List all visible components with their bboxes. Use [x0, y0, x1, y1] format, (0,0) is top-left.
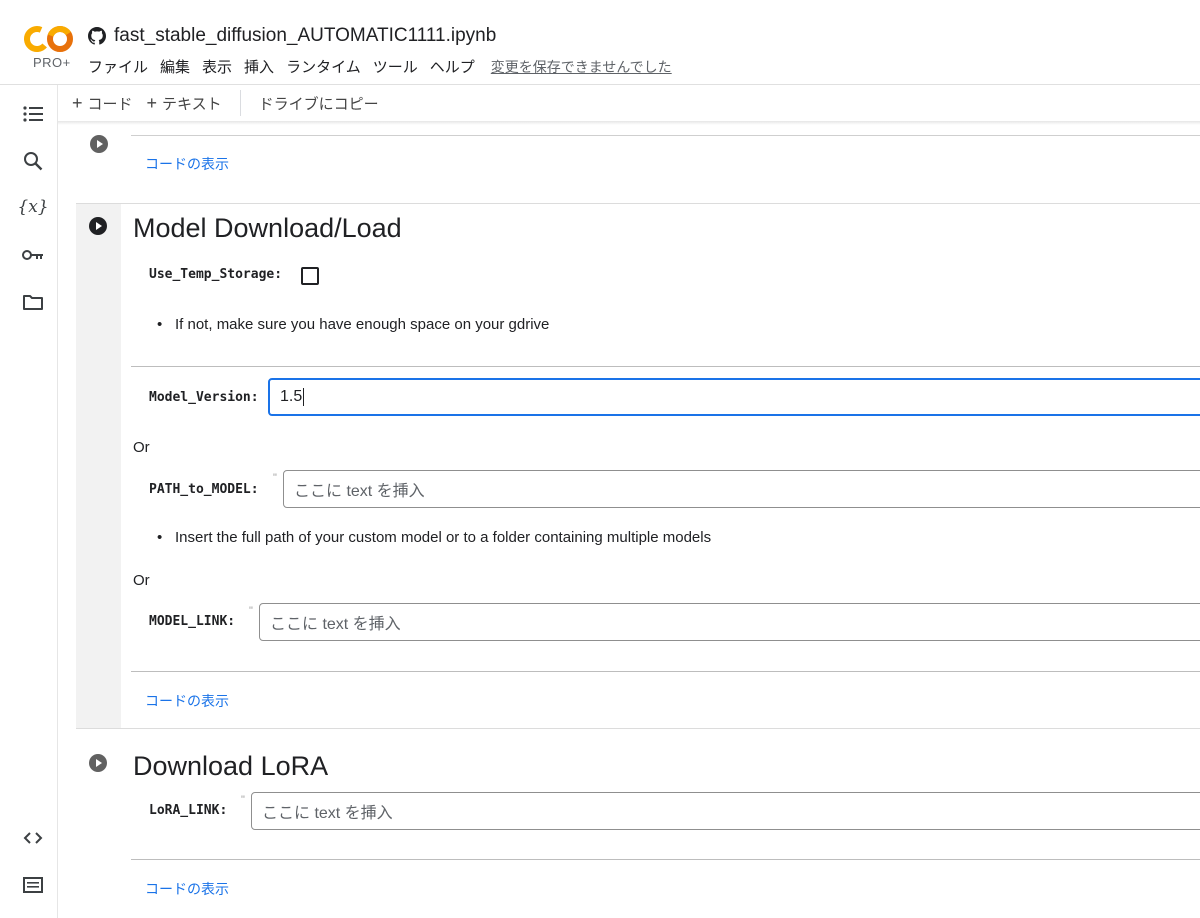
add-text-label: テキスト — [162, 95, 222, 113]
use-temp-storage-checkbox[interactable] — [301, 267, 319, 285]
path-to-model-placeholder: ここに text を挿入 — [294, 483, 425, 500]
plus-icon: + — [72, 92, 83, 113]
string-param-icon: " — [249, 605, 253, 617]
code-snippets-icon[interactable] — [20, 825, 46, 851]
lora-link-label: LoRA_LINK: — [149, 803, 228, 818]
title-row: fast_stable_diffusion_AUTOMATIC1111.ipyn… — [88, 22, 496, 50]
show-code-link[interactable]: コードの表示 — [145, 879, 229, 899]
model-version-label: Model_Version: — [149, 390, 259, 405]
copy-to-drive-button[interactable]: ドライブにコピー — [259, 93, 379, 114]
use-temp-storage-label: Use_Temp_Storage: — [149, 267, 283, 282]
model-version-value: 1.5 — [280, 388, 303, 405]
path-to-model-input[interactable]: ここに text を挿入 — [283, 470, 1200, 508]
lora-link-placeholder: ここに text を挿入 — [262, 805, 393, 822]
secrets-key-icon[interactable] — [20, 242, 46, 268]
notebook-title[interactable]: fast_stable_diffusion_AUTOMATIC1111.ipyn… — [114, 25, 496, 47]
menu-runtime[interactable]: ランタイム — [286, 56, 361, 77]
show-code-link[interactable]: コードの表示 — [145, 154, 229, 174]
command-palette-icon[interactable] — [20, 872, 46, 898]
notebook-toolbar: + コード + テキスト ドライブにコピー — [58, 85, 1200, 121]
plus-icon: + — [146, 92, 158, 113]
menu-view[interactable]: 表示 — [202, 56, 232, 77]
lora-cell-title: Download LoRA — [133, 751, 329, 781]
path-note: Insert the full path of your custom mode… — [155, 529, 711, 546]
unsaved-notice-link[interactable]: 変更を保存できませんでした — [491, 57, 672, 77]
model-link-label: MODEL_LINK: — [149, 614, 236, 629]
add-code-label: コード — [87, 95, 133, 113]
add-text-button[interactable]: + テキスト — [147, 93, 222, 114]
variables-icon[interactable]: {x} — [17, 194, 48, 220]
path-to-model-label: PATH_to_MODEL: — [149, 482, 259, 497]
model-link-placeholder: ここに text を挿入 — [270, 616, 401, 633]
menu-insert[interactable]: 挿入 — [244, 56, 274, 77]
app-header: PRO+ fast_stable_diffusion_AUTOMATIC1111… — [0, 0, 1200, 84]
or-separator: Or — [133, 572, 150, 589]
toolbar-shadow — [58, 121, 1200, 125]
toolbar-separator — [239, 90, 241, 116]
model-link-input[interactable]: ここに text を挿入 — [259, 603, 1200, 641]
colab-logo[interactable] — [24, 24, 74, 54]
menu-edit[interactable]: 編集 — [160, 56, 190, 77]
table-of-contents-icon[interactable] — [20, 101, 46, 127]
show-code-link[interactable]: コードの表示 — [145, 691, 229, 711]
lora-link-input[interactable]: ここに text を挿入 — [251, 792, 1200, 830]
previous-cell-divider — [131, 135, 1200, 136]
run-cell-icon[interactable] — [89, 134, 109, 154]
menu-file[interactable]: ファイル — [88, 56, 148, 77]
or-separator: Or — [133, 439, 150, 456]
form-divider — [131, 859, 1200, 860]
menu-bar: ファイル 編集 表示 挿入 ランタイム ツール ヘルプ 変更を保存できませんでし… — [88, 56, 672, 77]
run-cell-icon[interactable] — [88, 753, 108, 773]
left-rail: {x} — [0, 85, 58, 918]
search-icon[interactable] — [20, 148, 46, 174]
string-param-icon: " — [241, 794, 245, 806]
string-param-icon: " — [273, 472, 277, 484]
model-cell-body — [121, 204, 1200, 728]
menu-tools[interactable]: ツール — [373, 56, 418, 77]
form-divider — [131, 671, 1200, 672]
plan-badge: PRO+ — [33, 55, 71, 70]
menu-help[interactable]: ヘルプ — [430, 56, 475, 77]
model-cell-title: Model Download/Load — [133, 213, 402, 243]
model-version-input[interactable]: 1.5 — [268, 378, 1200, 416]
add-code-button[interactable]: + コード — [72, 93, 133, 114]
text-cursor — [303, 388, 305, 406]
files-folder-icon[interactable] — [20, 289, 46, 315]
form-divider — [131, 366, 1200, 367]
run-cell-icon[interactable] — [88, 216, 108, 236]
temp-storage-note: If not, make sure you have enough space … — [155, 316, 549, 333]
github-icon[interactable] — [88, 27, 106, 45]
